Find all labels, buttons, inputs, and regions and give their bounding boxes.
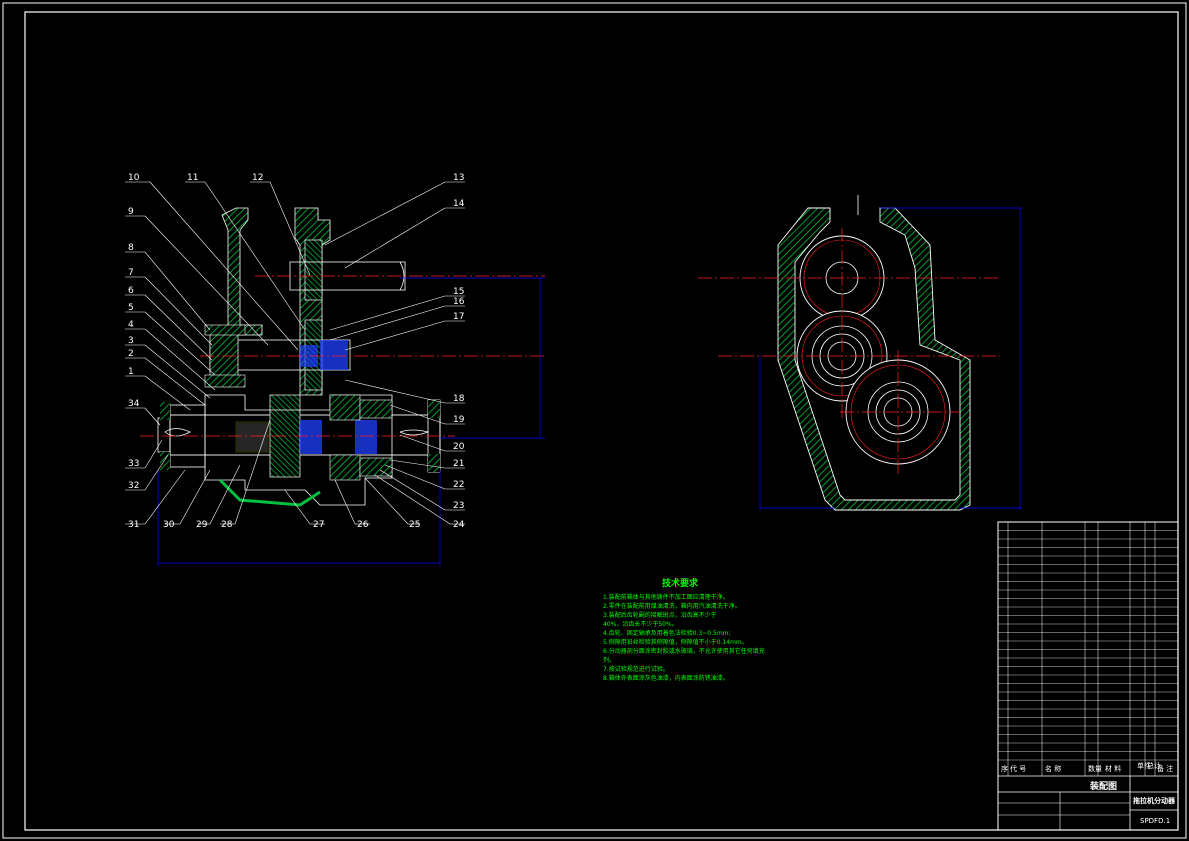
- part-label: 31: [128, 520, 139, 530]
- part-label: 2: [128, 349, 134, 359]
- part-label: 34: [128, 399, 140, 409]
- part-label: 23: [453, 501, 464, 511]
- drawing-name: 拖拉机分动器: [1133, 796, 1176, 805]
- technical-requirements: 技术要求 1.装配前箱体与其他铸件不加工面应清理干净。 2.零件在装配前用煤油清…: [603, 577, 765, 682]
- title-block: 序 代 号 名 称 数量 材 料 单件 总计 备 注 装配图 拖拉机分动器 SP…: [997, 521, 1179, 831]
- part-label: 15: [453, 287, 464, 297]
- assembly-drawing: 10 11 12 13 14 9 8 7 6 5 4 3 2 1 34 33 3…: [2, 2, 1187, 839]
- tech-requirement-line: 剂。: [603, 656, 615, 664]
- part-label: 13: [453, 173, 464, 183]
- part-label: 24: [453, 520, 465, 530]
- table-header-code: 代 号: [1010, 764, 1026, 773]
- tech-requirement-line: 6.分动器剖分面涂密封胶或水玻璃，不允许使用其它任何填充: [603, 647, 765, 655]
- part-label: 27: [313, 520, 324, 530]
- part-label: 30: [163, 520, 175, 530]
- part-label: 12: [252, 173, 263, 183]
- part-label: 4: [128, 320, 134, 330]
- side-view: [698, 195, 1022, 511]
- sheet-outer-border: [2, 2, 1187, 839]
- part-label: 5: [128, 303, 134, 313]
- parts-list-rows: [998, 522, 1178, 776]
- section-view: [140, 207, 545, 566]
- part-label: 18: [453, 394, 465, 404]
- table-header-index: 序: [1001, 764, 1008, 773]
- part-label: 6: [128, 286, 134, 296]
- part-label: 32: [128, 481, 139, 491]
- part-label: 11: [187, 173, 198, 183]
- part-label: 29: [196, 520, 208, 530]
- table-header-name: 名 称: [1045, 764, 1061, 773]
- sheet-inner-border: [24, 11, 1179, 831]
- part-label: 19: [453, 415, 465, 425]
- part-label: 16: [453, 297, 465, 307]
- part-label: 8: [128, 243, 134, 253]
- part-label: 28: [221, 520, 233, 530]
- tech-requirement-line: 4.齿轮、固定轴承及用着色法检验0.3~0.5mm;: [603, 629, 731, 637]
- part-label: 17: [453, 312, 464, 322]
- left-flange: [157, 417, 171, 453]
- part-label: 25: [409, 520, 420, 530]
- part-label: 3: [128, 336, 134, 346]
- part-label: 21: [453, 459, 464, 469]
- part-label: 14: [453, 199, 465, 209]
- housing-wall-upper: [221, 207, 263, 336]
- tech-requirement-line: 40%，沿齿长不少于50%。: [603, 620, 678, 628]
- part-label: 10: [128, 173, 140, 183]
- table-header-qty: 数量: [1088, 764, 1102, 773]
- part-label: 20: [453, 442, 465, 452]
- tech-requirement-line: 1.装配前箱体与其他铸件不加工面应清理干净。: [603, 593, 729, 601]
- tech-requirement-line: 2.零件在装配前用煤油清洗，箱内用汽油清洗干净。: [603, 602, 741, 610]
- part-label: 9: [128, 207, 134, 217]
- drawing-type: 装配图: [1089, 780, 1117, 792]
- part-label: 1: [128, 367, 134, 377]
- drawing-number: SPDFD.1: [1140, 817, 1170, 825]
- table-header-remark: 备 注: [1157, 764, 1173, 773]
- tech-requirement-line: 3.装配后齿轮副的接触斑点，沿齿高不少于: [603, 611, 717, 619]
- part-label: 22: [453, 480, 464, 490]
- part-label: 7: [128, 268, 134, 278]
- tech-requirement-line: 5.侧隙用铅丝检验其侧隙值，侧隙值不小于0.14mm。: [603, 638, 748, 646]
- tech-requirements-title: 技术要求: [662, 577, 699, 589]
- table-header-material: 材 料: [1105, 764, 1121, 773]
- tech-requirement-line: 8.箱体外表面涂灰色油漆，内表面涂防锈油漆。: [603, 674, 729, 682]
- tech-requirement-line: 7.按试验规范进行试验。: [603, 665, 669, 673]
- part-label: 26: [357, 520, 369, 530]
- part-label: 33: [128, 459, 139, 469]
